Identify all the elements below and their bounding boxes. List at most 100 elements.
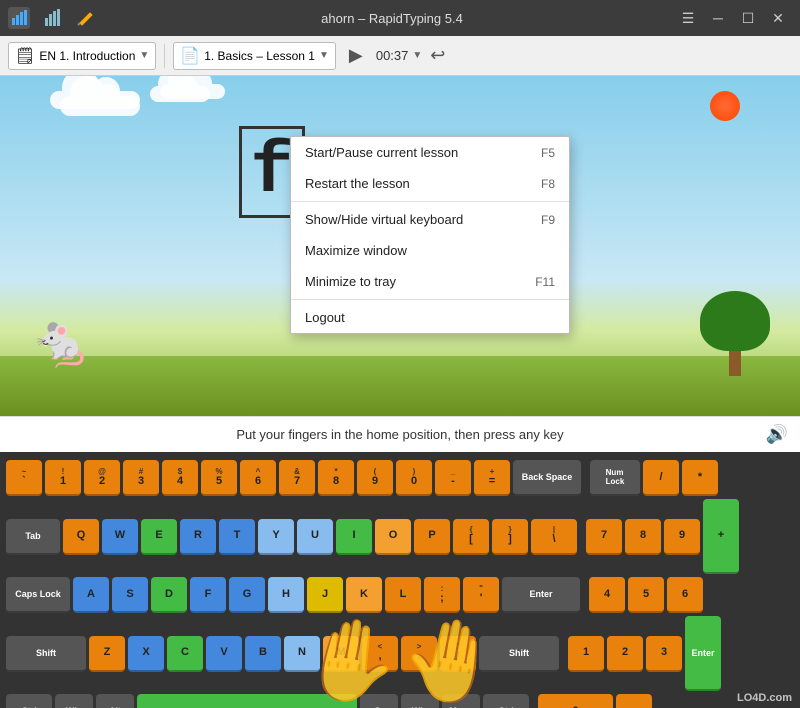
key-backslash[interactable]: |\ (531, 519, 577, 555)
key-quote[interactable]: "' (463, 577, 499, 613)
key-8[interactable]: *8 (318, 460, 354, 496)
ctx-logout[interactable]: Logout (291, 302, 569, 333)
undo-button[interactable]: ↩ (430, 45, 445, 66)
key-shift-left[interactable]: Shift (6, 636, 86, 672)
key-m[interactable]: M (323, 636, 359, 672)
key-enter[interactable]: Enter (502, 577, 580, 613)
key-w[interactable]: W (102, 519, 138, 555)
key-f[interactable]: F (190, 577, 226, 613)
key-np-4[interactable]: 4 (589, 577, 625, 613)
key-q[interactable]: Q (63, 519, 99, 555)
menu-button[interactable]: ☰ (674, 4, 702, 32)
key-h[interactable]: H (268, 577, 304, 613)
key-win-left[interactable]: Win (55, 694, 93, 708)
ctx-toggle-keyboard[interactable]: Show/Hide virtual keyboard F9 (291, 204, 569, 235)
key-minus[interactable]: _- (435, 460, 471, 496)
key-np-7[interactable]: 7 (586, 519, 622, 555)
key-a[interactable]: A (73, 577, 109, 613)
app-icon (8, 7, 30, 29)
key-0[interactable]: )0 (396, 460, 432, 496)
key-np-1[interactable]: 1 (568, 636, 604, 672)
key-4[interactable]: $4 (162, 460, 198, 496)
key-b[interactable]: B (245, 636, 281, 672)
key-7[interactable]: &7 (279, 460, 315, 496)
key-period[interactable]: >. (401, 636, 437, 672)
key-x[interactable]: X (128, 636, 164, 672)
key-9[interactable]: (9 (357, 460, 393, 496)
key-np-enter[interactable]: Enter (685, 616, 721, 691)
key-2[interactable]: @2 (84, 460, 120, 496)
key-lbracket[interactable]: {[ (453, 519, 489, 555)
cloud-4 (160, 84, 225, 99)
key-alt-left[interactable]: Alt (96, 694, 134, 708)
key-np-8[interactable]: 8 (625, 519, 661, 555)
ctx-start-pause[interactable]: Start/Pause current lesson F5 (291, 137, 569, 168)
key-np-9[interactable]: 9 (664, 519, 700, 555)
key-win-right[interactable]: Win (401, 694, 439, 708)
key-equals[interactable]: += (474, 460, 510, 496)
status-bar: Put your fingers in the home position, t… (0, 416, 800, 452)
key-np-slash[interactable]: / (643, 460, 679, 496)
play-button[interactable]: ▶ (342, 42, 370, 70)
key-g[interactable]: G (229, 577, 265, 613)
key-space[interactable] (137, 694, 357, 708)
chart-icon[interactable] (38, 3, 68, 33)
key-v[interactable]: V (206, 636, 242, 672)
key-5[interactable]: %5 (201, 460, 237, 496)
key-l[interactable]: L (385, 577, 421, 613)
key-y[interactable]: Y (258, 519, 294, 555)
key-d[interactable]: D (151, 577, 187, 613)
key-c[interactable]: C (167, 636, 203, 672)
key-u[interactable]: U (297, 519, 333, 555)
keyboard-row-4: Shift Z X C V B N M <, >. ?/ Shift 1 2 3… (6, 616, 794, 691)
key-numlock[interactable]: NumLock (590, 460, 640, 496)
minimize-button[interactable]: ─ (704, 4, 732, 32)
timer-display[interactable]: 00:37 ▼ (376, 48, 422, 63)
ctx-minimize-tray[interactable]: Minimize to tray F11 (291, 266, 569, 297)
key-k[interactable]: K (346, 577, 382, 613)
key-j[interactable]: J (307, 577, 343, 613)
key-ctrl-right[interactable]: Ctrl (483, 694, 529, 708)
key-o[interactable]: O (375, 519, 411, 555)
key-z[interactable]: Z (89, 636, 125, 672)
key-backspace[interactable]: Back Space (513, 460, 581, 496)
key-r[interactable]: R (180, 519, 216, 555)
key-np-3[interactable]: 3 (646, 636, 682, 672)
key-np-dot[interactable]: . (616, 694, 652, 708)
key-t[interactable]: T (219, 519, 255, 555)
key-np-star[interactable]: * (682, 460, 718, 496)
ctx-maximize[interactable]: Maximize window (291, 235, 569, 266)
key-backtick[interactable]: ~` (6, 460, 42, 496)
key-np-6[interactable]: 6 (667, 577, 703, 613)
key-n[interactable]: N (284, 636, 320, 672)
lesson-selector[interactable]: 📄 1. Basics – Lesson 1 ▼ (173, 42, 336, 70)
key-tab[interactable]: Tab (6, 519, 60, 555)
key-gr[interactable]: Gr (360, 694, 398, 708)
key-slash[interactable]: ?/ (440, 636, 476, 672)
key-ctrl-left[interactable]: Ctrl (6, 694, 52, 708)
ctx-restart[interactable]: Restart the lesson F8 (291, 168, 569, 199)
key-semicolon[interactable]: :; (424, 577, 460, 613)
key-menu[interactable]: Menu (442, 694, 480, 708)
key-np-5[interactable]: 5 (628, 577, 664, 613)
key-e[interactable]: E (141, 519, 177, 555)
key-3[interactable]: #3 (123, 460, 159, 496)
key-shift-right[interactable]: Shift (479, 636, 559, 672)
key-p[interactable]: P (414, 519, 450, 555)
volume-icon[interactable]: 🔊 (766, 424, 788, 445)
key-np-2[interactable]: 2 (607, 636, 643, 672)
sun (710, 91, 740, 121)
key-1[interactable]: !1 (45, 460, 81, 496)
highlighter-icon[interactable] (70, 3, 100, 33)
key-comma[interactable]: <, (362, 636, 398, 672)
key-np-plus[interactable]: + (703, 499, 739, 574)
key-np-0[interactable]: 0 (538, 694, 613, 708)
key-i[interactable]: I (336, 519, 372, 555)
key-capslock[interactable]: Caps Lock (6, 577, 70, 613)
key-6[interactable]: ^6 (240, 460, 276, 496)
maximize-button[interactable]: ☐ (734, 4, 762, 32)
key-s[interactable]: S (112, 577, 148, 613)
key-rbracket[interactable]: }] (492, 519, 528, 555)
close-button[interactable]: ✕ (764, 4, 792, 32)
course-selector[interactable]: 🗒 EN 1. Introduction ▼ (8, 42, 156, 70)
